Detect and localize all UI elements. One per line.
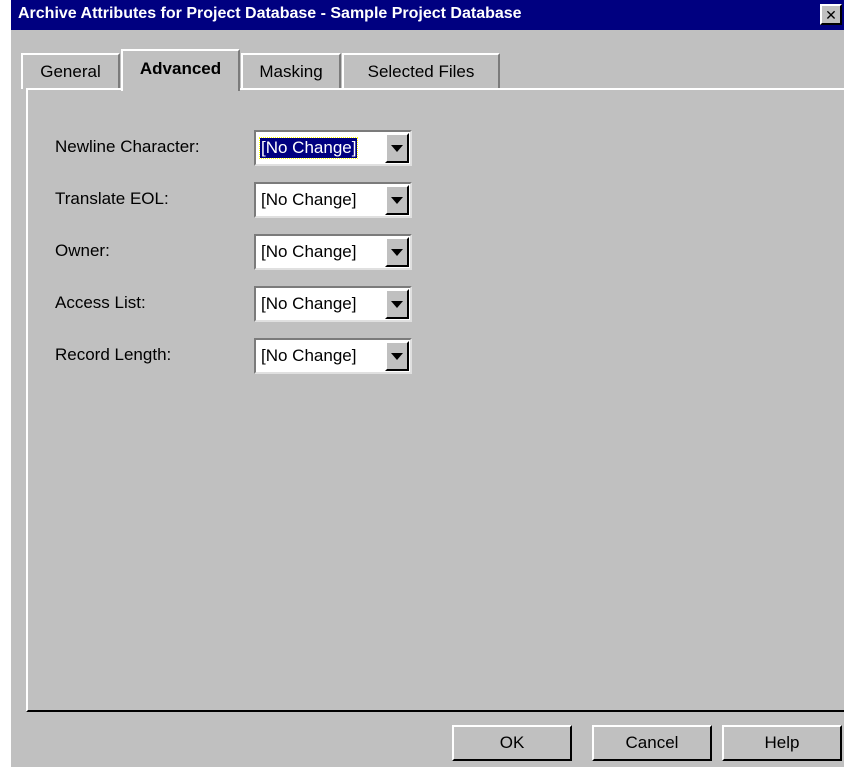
tab-general[interactable]: General — [21, 53, 120, 89]
tab-advanced[interactable]: Advanced — [121, 49, 240, 91]
access-list-value: [No Change] — [261, 294, 357, 313]
chevron-down-icon — [391, 144, 403, 152]
newline-character-label: Newline Character: — [55, 137, 200, 156]
record-length-value: [No Change] — [261, 346, 357, 365]
help-button[interactable]: Help — [722, 725, 842, 761]
tab-selected-files[interactable]: Selected Files — [342, 53, 500, 89]
owner-dropdown[interactable]: [No Change] — [254, 234, 412, 270]
owner-label: Owner: — [55, 241, 110, 260]
record-length-label: Record Length: — [55, 345, 172, 364]
dropdown-button[interactable] — [385, 237, 409, 267]
dropdown-button[interactable] — [385, 289, 409, 319]
chevron-down-icon — [391, 300, 403, 308]
translate-eol-label: Translate EOL: — [55, 189, 169, 208]
chevron-down-icon — [391, 196, 403, 204]
access-list-dropdown[interactable]: [No Change] — [254, 286, 412, 322]
owner-value: [No Change] — [261, 242, 357, 261]
cancel-button[interactable]: Cancel — [592, 725, 712, 761]
title-bar[interactable]: Archive Attributes for Project Database … — [11, 0, 844, 30]
translate-eol-value: [No Change] — [261, 190, 357, 209]
close-icon: ✕ — [825, 6, 837, 23]
newline-character-value: [No Change] — [258, 137, 359, 159]
dropdown-button[interactable] — [385, 133, 409, 163]
ok-button[interactable]: OK — [452, 725, 572, 761]
tab-strip: General Advanced Masking Selected Files — [11, 49, 844, 91]
chevron-down-icon — [391, 248, 403, 256]
newline-character-dropdown[interactable]: [No Change] — [254, 130, 412, 166]
dropdown-button[interactable] — [385, 185, 409, 215]
dropdown-button[interactable] — [385, 341, 409, 371]
dialog-window: Archive Attributes for Project Database … — [11, 0, 844, 767]
close-button[interactable]: ✕ — [820, 4, 842, 25]
advanced-tab-panel — [26, 88, 844, 712]
access-list-label: Access List: — [55, 293, 146, 312]
translate-eol-dropdown[interactable]: [No Change] — [254, 182, 412, 218]
record-length-dropdown[interactable]: [No Change] — [254, 338, 412, 374]
chevron-down-icon — [391, 352, 403, 360]
tab-masking[interactable]: Masking — [241, 53, 341, 89]
window-title: Archive Attributes for Project Database … — [18, 5, 522, 22]
